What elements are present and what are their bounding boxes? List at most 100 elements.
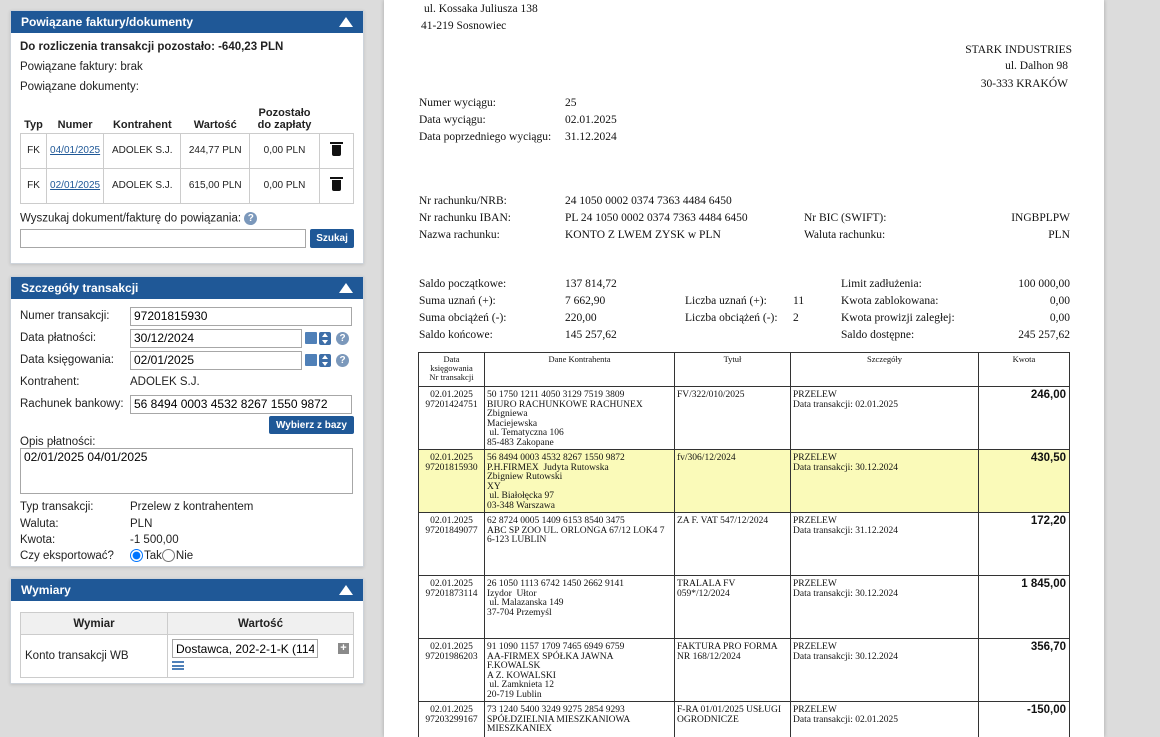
- table-row[interactable]: 02.01.2025 97201424751 50 1750 1211 4050 3…: [418, 386, 1070, 450]
- close-label: Saldo końcowe:: [419, 329, 493, 341]
- table-row[interactable]: 02.01.2025 97201873114 26 1050 1113 6742 1…: [418, 575, 1070, 639]
- column-header: Wartość: [193, 118, 237, 131]
- iban: PL 24 1050 0002 0374 7363 4484 6450: [565, 212, 748, 224]
- party-details: 62 8724 0005 1409 6153 8540 3475 ABC SP …: [487, 516, 665, 545]
- credit-label: Suma uznań (+):: [419, 295, 496, 307]
- customer-address: ul. Kossaka Juliusza 138: [424, 3, 538, 15]
- table-row: FK 02/01/2025 ADOLEK S.J. 615,00 PLN 0,0…: [19, 167, 354, 204]
- related-documents-label: Powiązane dokumenty:: [20, 81, 139, 93]
- calendar-icon[interactable]: [305, 332, 317, 344]
- bank-statement-document: ul. Kossaka Juliusza 138 41-219 Sosnowie…: [384, 0, 1104, 737]
- export-label: Czy eksportować?: [20, 549, 114, 562]
- open-label: Saldo początkowe:: [419, 278, 507, 290]
- panel-header[interactable]: Powiązane faktury/dokumenty: [11, 11, 363, 33]
- trash-icon[interactable]: [330, 142, 343, 156]
- close-balance: 145 257,62: [565, 329, 617, 341]
- dimension-value-input[interactable]: [172, 639, 318, 658]
- prev-date: 31.12.2024: [565, 131, 617, 143]
- tx-number: 97201849077: [425, 525, 478, 536]
- table-row[interactable]: 02.01.2025 97201815930 56 8494 0003 4532 8…: [418, 449, 1070, 513]
- tx-date: Data transakcji: 30.12.2024: [793, 588, 899, 599]
- panel-header[interactable]: Szczegóły transakcji: [11, 277, 363, 299]
- pay-date-input[interactable]: [130, 328, 302, 348]
- stmt-date: 02.01.2025: [565, 114, 617, 126]
- help-icon[interactable]: ?: [336, 331, 349, 345]
- stmt-no: 25: [565, 97, 577, 109]
- plus-icon[interactable]: +: [338, 643, 349, 654]
- spinner-icon[interactable]: [319, 353, 331, 367]
- collapse-icon[interactable]: [339, 283, 353, 293]
- export-no-radio[interactable]: [161, 549, 175, 562]
- cnt-debit-label: Liczba obciążeń (-):: [685, 312, 778, 324]
- column-header: Data księgowania Nr transakcji: [418, 352, 485, 387]
- table-row[interactable]: 02.01.2025 97203299167 73 1240 5400 3249 9…: [418, 701, 1070, 737]
- help-icon[interactable]: ?: [336, 353, 349, 367]
- cnt-debit: 2: [793, 312, 799, 324]
- trash-icon[interactable]: [330, 177, 343, 191]
- panel-title: Szczegóły transakcji: [21, 281, 139, 295]
- doc-contractor: ADOLEK S.J.: [103, 167, 182, 204]
- party-details: 50 1750 1211 4050 3129 7519 3809 BIURO R…: [487, 390, 643, 448]
- payment-description-textarea[interactable]: 02/01/2025 04/01/2025: [20, 448, 353, 494]
- account-input[interactable]: [130, 394, 352, 414]
- party-details: 73 1240 5400 3249 9275 2854 9293 SPÓŁDZI…: [487, 705, 631, 734]
- column-header: Pozostało do zapłaty: [257, 106, 312, 131]
- book-date-label: Data księgowania:: [20, 354, 114, 366]
- tx-amount: 1 845,00: [1021, 578, 1066, 590]
- tx-title: fv/306/12/2024: [677, 453, 736, 463]
- tx-title: FAKTURA PRO FORMA NR 168/12/2024: [677, 642, 778, 662]
- dimension-name: Konto transakcji WB: [20, 634, 168, 678]
- doc-number-link[interactable]: 04/01/2025: [50, 145, 100, 156]
- calendar-icon[interactable]: [305, 354, 317, 366]
- tx-number: 97201424751: [425, 399, 478, 410]
- column-header: Wymiar: [20, 612, 168, 635]
- tx-number: 97201986203: [425, 651, 478, 662]
- fee: 0,00: [1049, 312, 1070, 324]
- related-documents-panel: Powiązane faktury/dokumenty Do rozliczen…: [10, 10, 364, 264]
- contractor-value: ADOLEK S.J.: [130, 376, 200, 388]
- book-date-input[interactable]: [130, 350, 302, 370]
- search-button[interactable]: Szukaj: [310, 228, 354, 248]
- spinner-icon[interactable]: [319, 331, 331, 345]
- tx-number-input[interactable]: [130, 306, 352, 326]
- tx-date: Data transakcji: 02.01.2025: [793, 714, 899, 725]
- export-yes-radio[interactable]: [130, 549, 143, 562]
- limit-label: Limit zadłużenia:: [841, 278, 922, 290]
- related-documents-table: Typ Numer Kontrahent Wartość Pozostało d…: [19, 101, 354, 204]
- party-details: 26 1050 1113 6742 1450 2662 9141 Izydor …: [487, 579, 625, 618]
- tx-number: 97201815930: [425, 462, 478, 473]
- tx-date: Data transakcji: 30.12.2024: [793, 462, 899, 473]
- party-details: 91 1090 1157 1709 7465 6949 6759 AA-FIRM…: [487, 642, 625, 700]
- related-invoices: Powiązane faktury: brak: [20, 61, 143, 73]
- list-icon[interactable]: [172, 661, 184, 670]
- tx-date: Data transakcji: 02.01.2025: [793, 399, 899, 410]
- doc-number-link[interactable]: 02/01/2025: [50, 180, 100, 191]
- panel-header[interactable]: Wymiary: [11, 579, 363, 601]
- tx-title: FV/322/010/2025: [677, 390, 745, 400]
- remaining-amount: Do rozliczenia transakcji pozostało: -64…: [20, 41, 284, 53]
- prev-date-label: Data poprzedniego wyciągu:: [419, 131, 552, 143]
- limit: 100 000,00: [1018, 278, 1070, 290]
- tx-number: 97203299167: [425, 714, 478, 725]
- doc-type: FK: [19, 132, 48, 169]
- panel-title: Wymiary: [21, 583, 71, 597]
- table-row[interactable]: 02.01.2025 97201849077 62 8724 0005 1409 6…: [418, 512, 1070, 576]
- help-icon[interactable]: ?: [244, 211, 258, 225]
- doc-value: 244,77 PLN: [180, 132, 250, 169]
- column-header: Dane Kontrahenta: [484, 352, 675, 387]
- collapse-icon[interactable]: [339, 585, 353, 595]
- company-city: 30-333 KRAKÓW: [980, 78, 1068, 90]
- amount-value: -1 500,00: [130, 533, 179, 546]
- type-label: Typ transakcji:: [20, 500, 94, 513]
- acc-cur: PLN: [1048, 229, 1070, 241]
- choose-from-db-button[interactable]: Wybierz z bazy: [269, 416, 354, 434]
- collapse-icon[interactable]: [339, 17, 353, 27]
- avail: 245 257,62: [1018, 329, 1070, 341]
- open-balance: 137 814,72: [565, 278, 617, 290]
- tx-number-label: Numer transakcji:: [20, 310, 110, 322]
- document-search-input[interactable]: [20, 228, 307, 248]
- tx-date: Data transakcji: 30.12.2024: [793, 651, 899, 662]
- table-row[interactable]: 02.01.2025 97201986203 91 1090 1157 1709 7…: [418, 638, 1070, 702]
- column-header: Numer: [57, 118, 93, 131]
- dimensions-table: Wymiar Wartość Konto transakcji WB +: [20, 612, 354, 678]
